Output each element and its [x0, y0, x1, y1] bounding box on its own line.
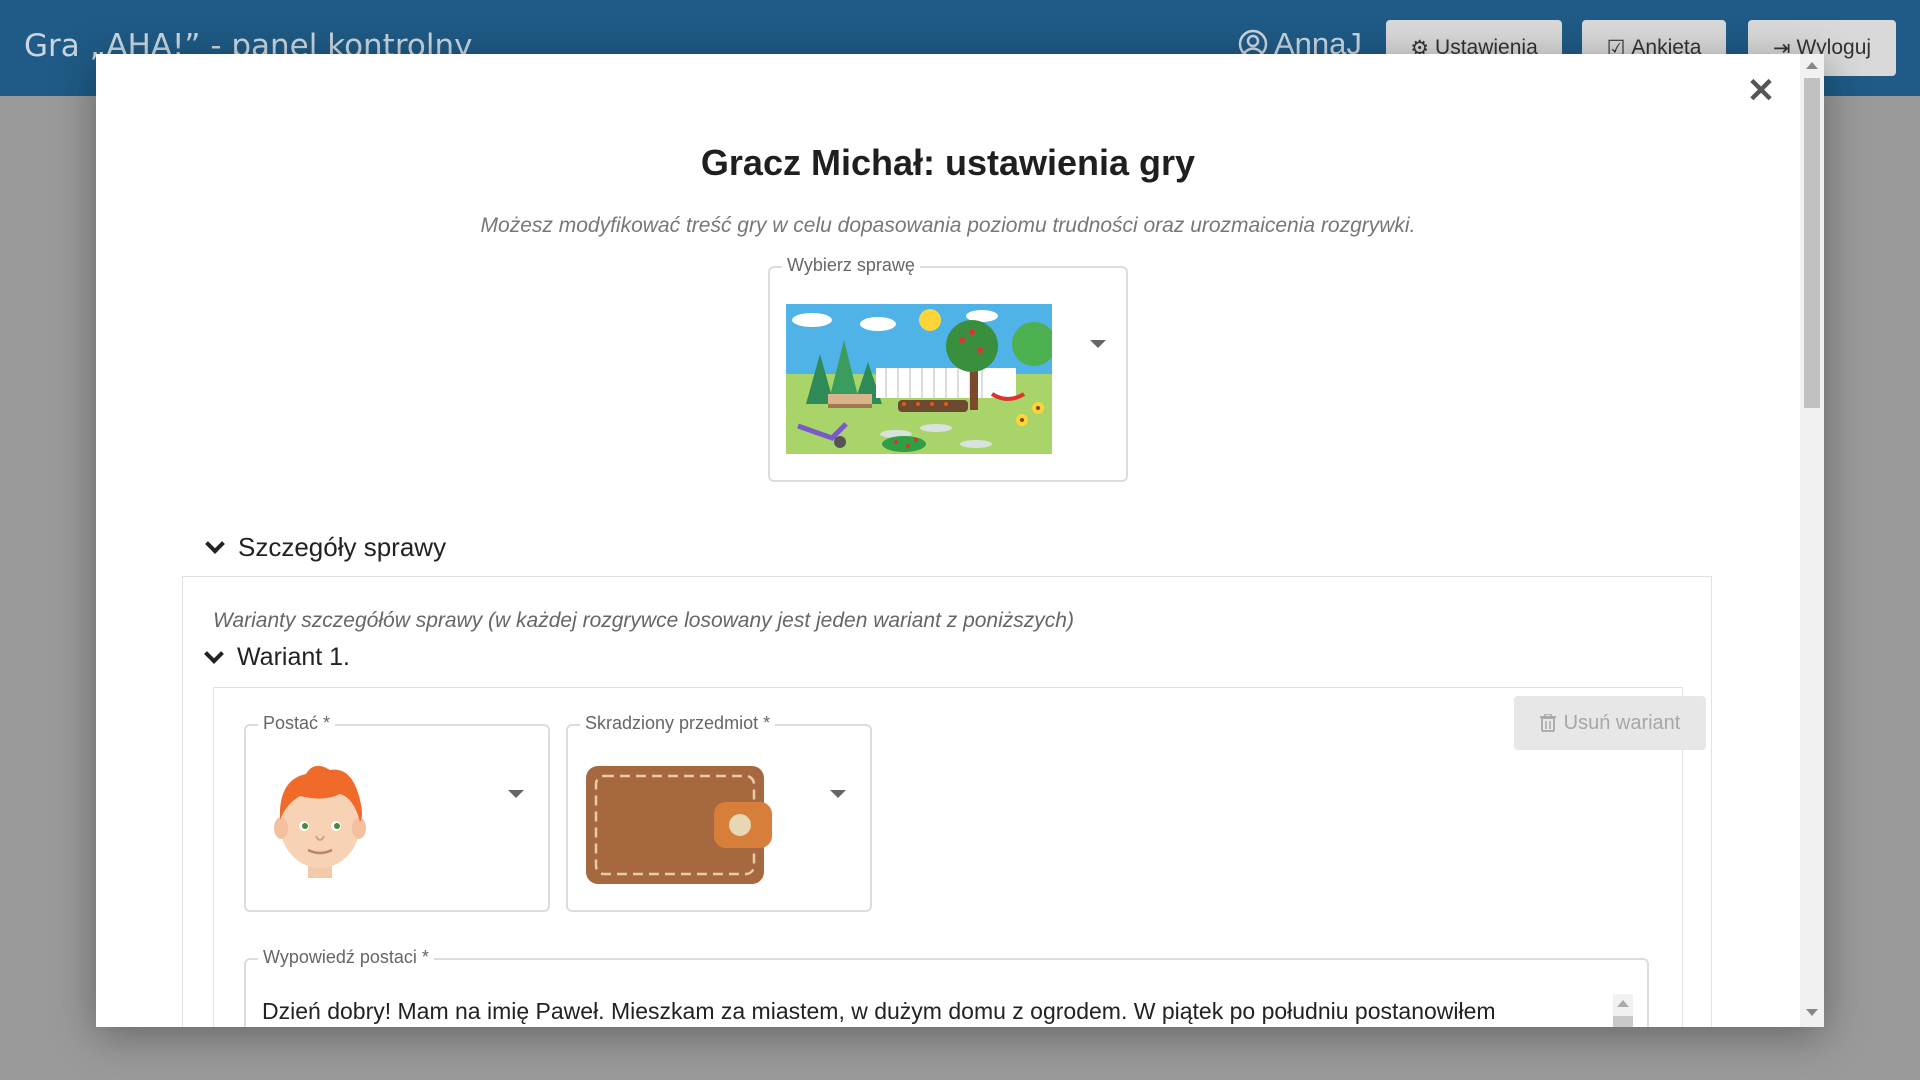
stolen-item-label: Skradziony przedmiot * — [580, 713, 776, 734]
character-select[interactable]: Postać * — [244, 713, 550, 912]
stolen-item-select[interactable]: Skradziony przedmiot * — [566, 713, 872, 912]
case-details-toggle[interactable]: Szczegóły sprawy — [205, 532, 447, 563]
case-select[interactable]: Wybierz sprawę — [768, 255, 1128, 482]
scroll-up-arrow-icon — [1617, 1000, 1629, 1007]
modal-scrollbar[interactable] — [1800, 54, 1824, 1027]
statement-text: Dzień dobry! Mam na imię Paweł. Mieszkam… — [262, 998, 1496, 1024]
garden-case-image — [786, 304, 1052, 454]
caret-down-icon — [1090, 340, 1106, 348]
statement-label: Wypowiedź postaci * — [258, 947, 434, 968]
case-details-panel: Warianty szczegółów sprawy (w każdej roz… — [182, 576, 1712, 1027]
modal-title: Gracz Michał: ustawienia gry — [700, 142, 1196, 183]
scroll-up-arrow-icon[interactable] — [1806, 62, 1818, 69]
close-icon[interactable]: ✕ — [1746, 74, 1776, 108]
scroll-down-arrow-icon[interactable] — [1806, 1009, 1818, 1016]
remove-variant-button[interactable]: Usuń wariant — [1514, 696, 1706, 750]
wallet-image — [586, 766, 772, 884]
character-label: Postać * — [258, 713, 336, 734]
caret-down-icon — [508, 790, 524, 798]
trash-icon — [1539, 714, 1556, 732]
caret-down-icon — [830, 790, 846, 798]
textarea-scroll-thumb[interactable] — [1613, 1016, 1633, 1027]
game-settings-modal: ✕ Gracz Michał: ustawienia gry Możesz mo… — [96, 54, 1824, 1027]
modal-scroll-thumb[interactable] — [1804, 78, 1820, 408]
statement-textarea[interactable]: Wypowiedź postaci * Dzień dobry! Mam na … — [244, 947, 1649, 1027]
chevron-down-icon — [204, 643, 224, 664]
textarea-scrollbar[interactable] — [1613, 994, 1633, 1027]
variant-toggle[interactable]: Wariant 1. — [204, 643, 351, 672]
modal-subtitle: Możesz modyfikować treść gry w celu dopa… — [480, 214, 1416, 237]
remove-variant-label: Usuń wariant — [1563, 711, 1681, 734]
character-avatar — [274, 765, 366, 878]
case-details-heading: Szczegóły sprawy — [238, 532, 447, 562]
variant-panel: Usuń wariant Postać * Skradziony przedmi… — [213, 687, 1706, 1027]
chevron-down-icon — [205, 533, 225, 554]
variant-heading: Wariant 1. — [237, 643, 351, 671]
case-select-label: Wybierz sprawę — [782, 255, 920, 276]
variants-note: Warianty szczegółów sprawy (w każdej roz… — [213, 609, 1074, 632]
